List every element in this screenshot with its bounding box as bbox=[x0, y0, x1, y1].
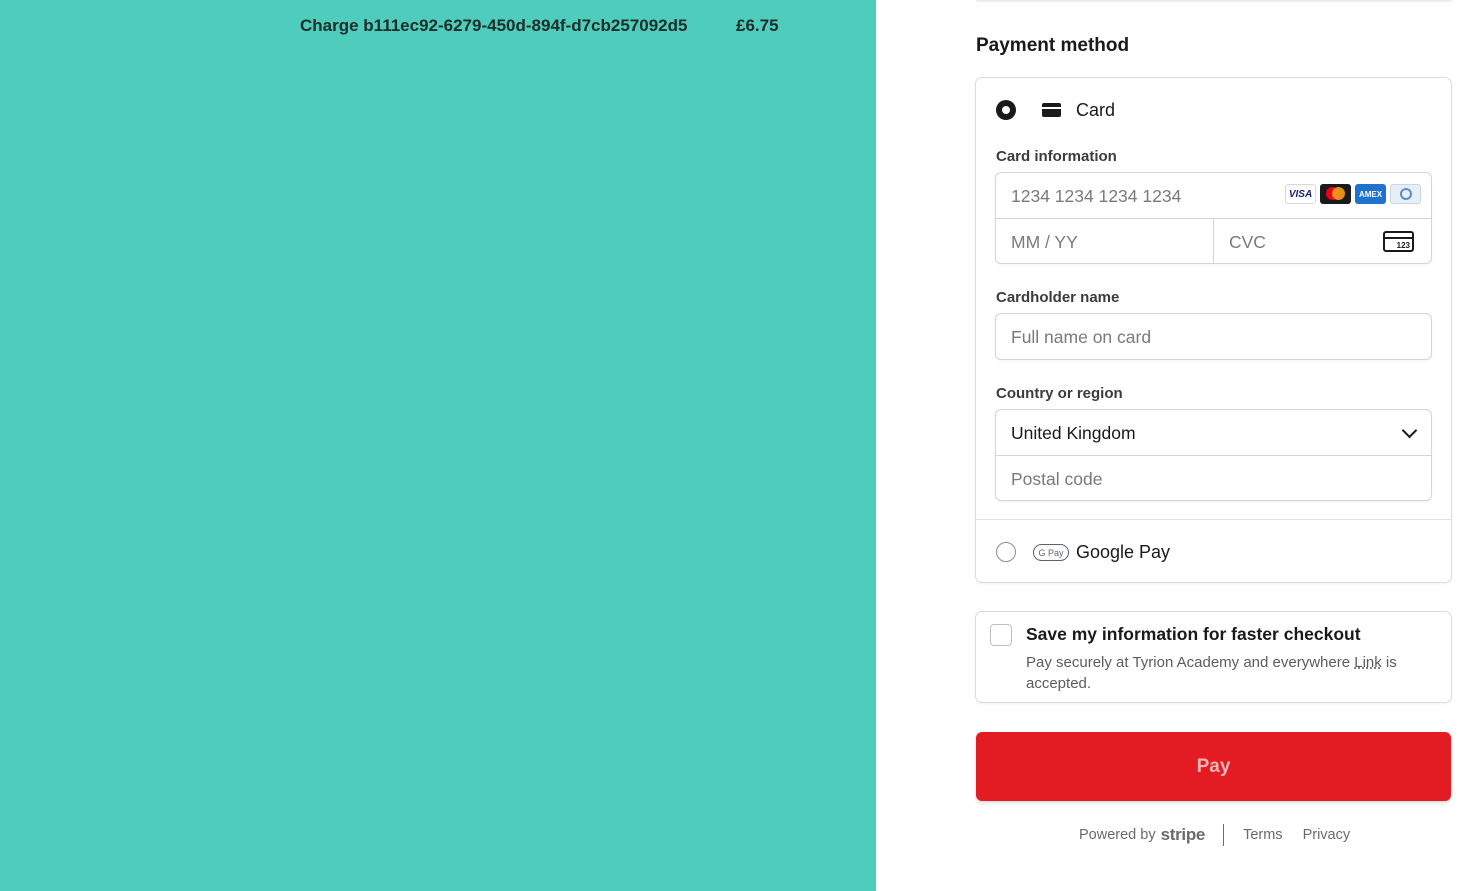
card-number-field[interactable]: 1234 1234 1234 1234 VISA AMEX bbox=[996, 173, 1431, 218]
card-number-placeholder: 1234 1234 1234 1234 bbox=[1011, 186, 1182, 206]
charge-amount: £6.75 bbox=[736, 16, 779, 35]
save-info-box: Save my information for faster checkout … bbox=[975, 611, 1452, 703]
credit-card-icon bbox=[1042, 103, 1061, 117]
cvc-field[interactable]: CVC 123 bbox=[1213, 219, 1431, 263]
expiry-field[interactable]: MM / YY bbox=[996, 219, 1213, 263]
charge-line-item: Charge b111ec92-6279-450d-894f-d7cb25709… bbox=[300, 16, 779, 36]
footer: Powered by stripe Terms Privacy bbox=[1079, 824, 1370, 846]
google-pay-option[interactable]: G Pay Google Pay bbox=[996, 541, 1436, 563]
google-pay-label: Google Pay bbox=[1076, 542, 1171, 562]
card-option[interactable]: Card bbox=[996, 99, 1436, 121]
divider bbox=[976, 519, 1451, 520]
charge-description: Charge b111ec92-6279-450d-894f-d7cb25709… bbox=[300, 16, 688, 35]
expiry-placeholder: MM / YY bbox=[1011, 232, 1078, 252]
save-info-description: Pay securely at Tyrion Academy and every… bbox=[1026, 654, 1397, 692]
privacy-link[interactable]: Privacy bbox=[1303, 827, 1351, 843]
card-brand-logos: VISA AMEX bbox=[1285, 184, 1421, 204]
card-radio[interactable] bbox=[996, 100, 1016, 120]
address-group: United Kingdom Postal code bbox=[995, 409, 1432, 501]
cvc-placeholder: CVC bbox=[1229, 232, 1266, 252]
chevron-down-icon bbox=[1401, 422, 1418, 439]
cardholder-placeholder: Full name on card bbox=[1011, 327, 1152, 347]
card-option-label: Card bbox=[1076, 100, 1116, 120]
cardholder-name-field[interactable]: Full name on card bbox=[995, 313, 1432, 360]
card-information-group: 1234 1234 1234 1234 VISA AMEX MM / YY CV… bbox=[995, 172, 1432, 264]
link-text[interactable]: Link bbox=[1354, 654, 1382, 671]
pay-button[interactable]: Pay bbox=[976, 732, 1451, 801]
terms-link[interactable]: Terms bbox=[1243, 827, 1282, 843]
order-summary-pane: Charge b111ec92-6279-450d-894f-d7cb25709… bbox=[0, 0, 876, 891]
diners-club-icon bbox=[1390, 184, 1421, 204]
save-info-title: Save my information for faster checkout bbox=[1026, 624, 1361, 644]
amex-icon: AMEX bbox=[1355, 184, 1386, 204]
mastercard-icon bbox=[1320, 184, 1351, 204]
footer-separator bbox=[1223, 824, 1225, 846]
country-value: United Kingdom bbox=[1011, 423, 1136, 443]
country-select[interactable]: United Kingdom bbox=[996, 410, 1431, 455]
cvc-card-icon: 123 bbox=[1383, 231, 1414, 252]
payment-method-title: Payment method bbox=[976, 35, 1130, 56]
stripe-logo[interactable]: stripe bbox=[1161, 825, 1206, 845]
google-pay-icon: G Pay bbox=[1033, 544, 1069, 561]
top-divider bbox=[976, 0, 1452, 2]
payment-method-box: Card Card information 1234 1234 1234 123… bbox=[975, 77, 1452, 583]
postal-code-placeholder: Postal code bbox=[1011, 469, 1103, 489]
google-pay-radio[interactable] bbox=[996, 542, 1016, 562]
visa-icon: VISA bbox=[1285, 184, 1316, 204]
country-label: Country or region bbox=[996, 385, 1123, 402]
powered-by-text: Powered by bbox=[1079, 827, 1156, 843]
postal-code-field[interactable]: Postal code bbox=[996, 455, 1431, 500]
save-info-checkbox[interactable] bbox=[990, 624, 1012, 646]
card-information-label: Card information bbox=[996, 148, 1117, 165]
cardholder-name-label: Cardholder name bbox=[996, 289, 1120, 306]
payment-pane: Payment method Card Card information 123… bbox=[876, 0, 1473, 891]
